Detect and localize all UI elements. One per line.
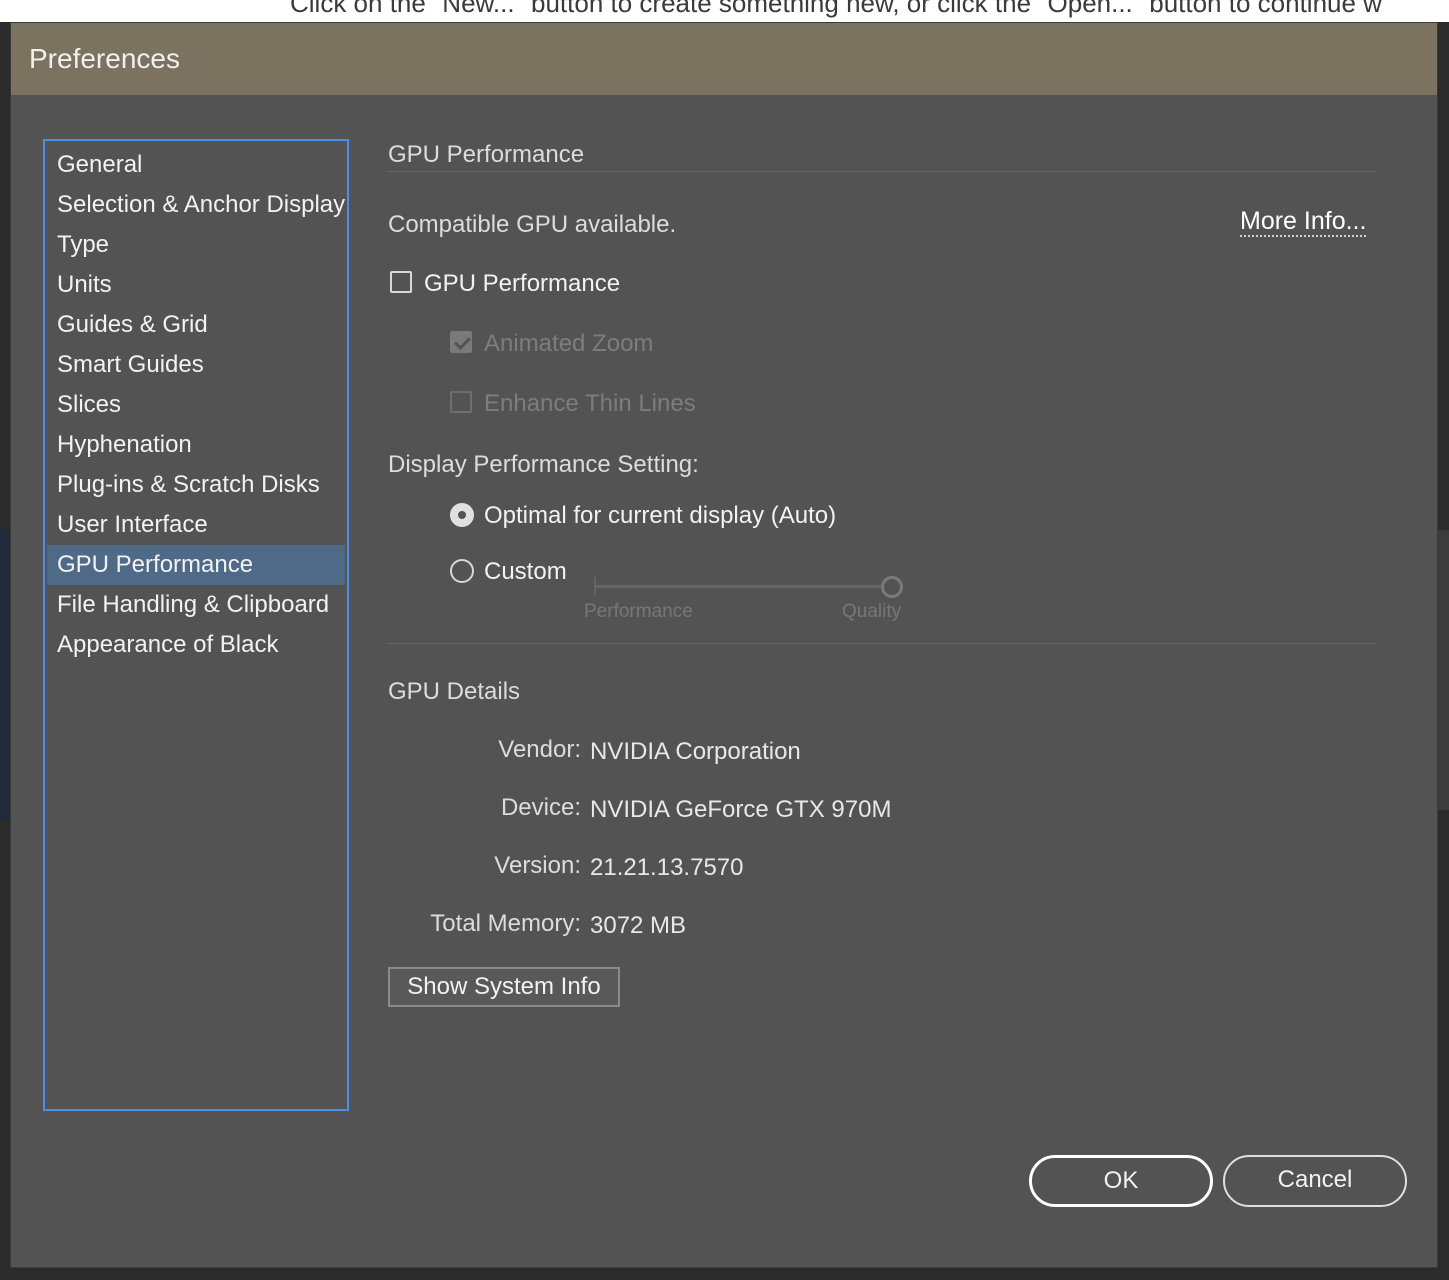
slider-label-performance: Performance [584,601,693,622]
background-artwork-left [0,530,10,820]
sidebar-item-general[interactable]: General [47,145,345,185]
sidebar-item-plugins-scratch-disks[interactable]: Plug-ins & Scratch Disks [47,465,345,505]
background-hint-text: Click on the "New..." button to create s… [290,0,1382,18]
more-info-link[interactable]: More Info... [1240,207,1367,237]
enhance-thin-lines-checkbox[interactable] [450,391,472,413]
slider-tick-start [594,577,596,595]
background-panel-right [1437,530,1449,810]
sidebar-item-smart-guides[interactable]: Smart Guides [47,345,345,385]
slider-label-quality: Quality [842,601,902,622]
preferences-dialog: Preferences General Selection & Anchor D… [10,22,1438,1268]
section-title-gpu-details: GPU Details [388,678,521,705]
section-divider [388,171,1376,172]
total-memory-value: 3072 MB [590,912,687,939]
animated-zoom-checkbox[interactable] [450,331,472,353]
radio-custom[interactable] [450,559,474,583]
version-label: Version: [494,852,581,879]
gpu-performance-checkbox-label[interactable]: GPU Performance [424,270,620,298]
sidebar-item-file-handling-clipboard[interactable]: File Handling & Clipboard [47,585,345,625]
enhance-thin-lines-label: Enhance Thin Lines [484,390,696,417]
radio-optimal-auto-label[interactable]: Optimal for current display (Auto) [484,502,836,530]
sidebar-item-gpu-performance[interactable]: GPU Performance [47,545,345,585]
checkmark-icon [454,333,471,350]
sidebar-item-selection-anchor-display[interactable]: Selection & Anchor Display [47,185,345,225]
details-divider [388,643,1376,644]
ok-button[interactable]: OK [1029,1155,1213,1207]
radio-optimal-auto[interactable] [450,503,474,527]
section-title-gpu-performance: GPU Performance [388,141,585,168]
sidebar-item-user-interface[interactable]: User Interface [47,505,345,545]
sidebar-item-units[interactable]: Units [47,265,345,305]
gpu-performance-checkbox[interactable] [390,271,412,293]
radio-custom-label[interactable]: Custom [484,558,567,586]
vendor-label: Vendor: [498,736,581,763]
display-performance-setting-label: Display Performance Setting: [388,451,699,478]
dialog-titlebar[interactable]: Preferences [11,23,1437,95]
cancel-button[interactable]: Cancel [1223,1155,1407,1207]
device-value: NVIDIA GeForce GTX 970M [590,796,892,823]
total-memory-label: Total Memory: [430,910,581,937]
dialog-title: Preferences [29,43,180,74]
background-app-hint: Click on the "New..." button to create s… [0,0,1449,22]
preferences-category-list[interactable]: General Selection & Anchor Display Type … [43,139,349,1111]
sidebar-item-appearance-of-black[interactable]: Appearance of Black [47,625,345,665]
compatible-gpu-text: Compatible GPU available. [388,211,677,238]
vendor-value: NVIDIA Corporation [590,738,801,765]
sidebar-item-type[interactable]: Type [47,225,345,265]
version-value: 21.21.13.7570 [590,854,744,881]
sidebar-item-hyphenation[interactable]: Hyphenation [47,425,345,465]
sidebar-item-slices[interactable]: Slices [47,385,345,425]
show-system-info-button[interactable]: Show System Info [388,967,620,1007]
animated-zoom-label: Animated Zoom [484,330,654,357]
performance-quality-slider-thumb[interactable] [881,576,903,598]
performance-quality-slider-track [594,585,892,588]
sidebar-item-guides-grid[interactable]: Guides & Grid [47,305,345,345]
device-label: Device: [500,794,581,821]
